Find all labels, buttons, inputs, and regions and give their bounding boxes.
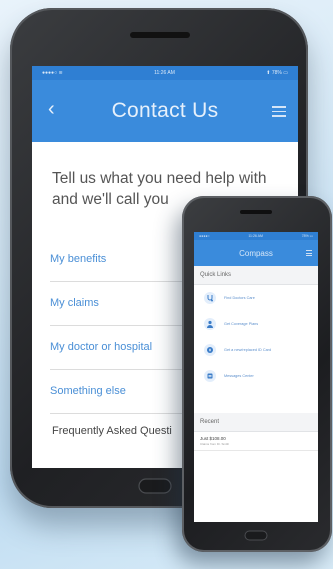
message-icon (204, 370, 216, 382)
person-icon (204, 318, 216, 330)
battery-indicator: 78% ▭ (301, 234, 313, 238)
recent-item[interactable]: Just $108.00 Claims from Dr. Smith (194, 432, 318, 451)
recent-item-title: Just $108.00 (200, 436, 226, 441)
quick-link-label: Find Doctors Care (224, 296, 255, 300)
hamburger-menu-icon[interactable] (272, 106, 286, 120)
status-bar: ●●●●○ ≋ 11:26 AM ⬆ 78% ▭ (32, 66, 298, 80)
quick-link-coverage-plans[interactable]: Get Coverage Plans (194, 311, 318, 337)
compass-home-screen: ●●●●○ 11:26 AM 78% ▭ Compass Quick Links… (194, 232, 318, 522)
status-time: 11:26 AM (154, 70, 175, 76)
back-chevron-icon[interactable]: ‹ (48, 98, 55, 121)
signal-indicator: ●●●●○ ≋ (42, 70, 63, 76)
recent-header: Recent (194, 413, 318, 432)
quick-links-header: Quick Links (194, 266, 318, 285)
app-title: Compass (239, 248, 273, 258)
home-button-icon[interactable] (244, 530, 268, 541)
hamburger-menu-icon[interactable] (306, 250, 312, 258)
quick-link-find-doctors[interactable]: Find Doctors Care (194, 285, 318, 311)
earpiece-speaker (130, 32, 190, 38)
quick-link-label: Get a new/replaced ID Card (224, 348, 272, 352)
recent-item-subtitle: Claims from Dr. Smith (200, 442, 230, 446)
status-time: 11:26 AM (248, 234, 263, 238)
home-button-icon[interactable] (138, 478, 172, 494)
battery-indicator: ⬆ 78% ▭ (266, 70, 288, 76)
id-card-icon (204, 344, 216, 356)
stethoscope-icon (204, 292, 216, 304)
quick-link-messages[interactable]: Messages Center (194, 363, 318, 389)
quick-link-label: Messages Center (224, 374, 254, 378)
app-bar: Compass (194, 240, 318, 266)
status-bar: ●●●●○ 11:26 AM 78% ▭ (194, 232, 318, 240)
app-bar: ‹ Contact Us (32, 80, 298, 142)
page-title: Contact Us (111, 99, 219, 122)
earpiece-speaker (240, 210, 272, 214)
signal-indicator: ●●●●○ (199, 234, 210, 238)
small-phone-device: ●●●●○ 11:26 AM 78% ▭ Compass Quick Links… (182, 196, 332, 552)
quick-link-label: Get Coverage Plans (224, 322, 259, 326)
quick-link-id-card[interactable]: Get a new/replaced ID Card (194, 337, 318, 363)
